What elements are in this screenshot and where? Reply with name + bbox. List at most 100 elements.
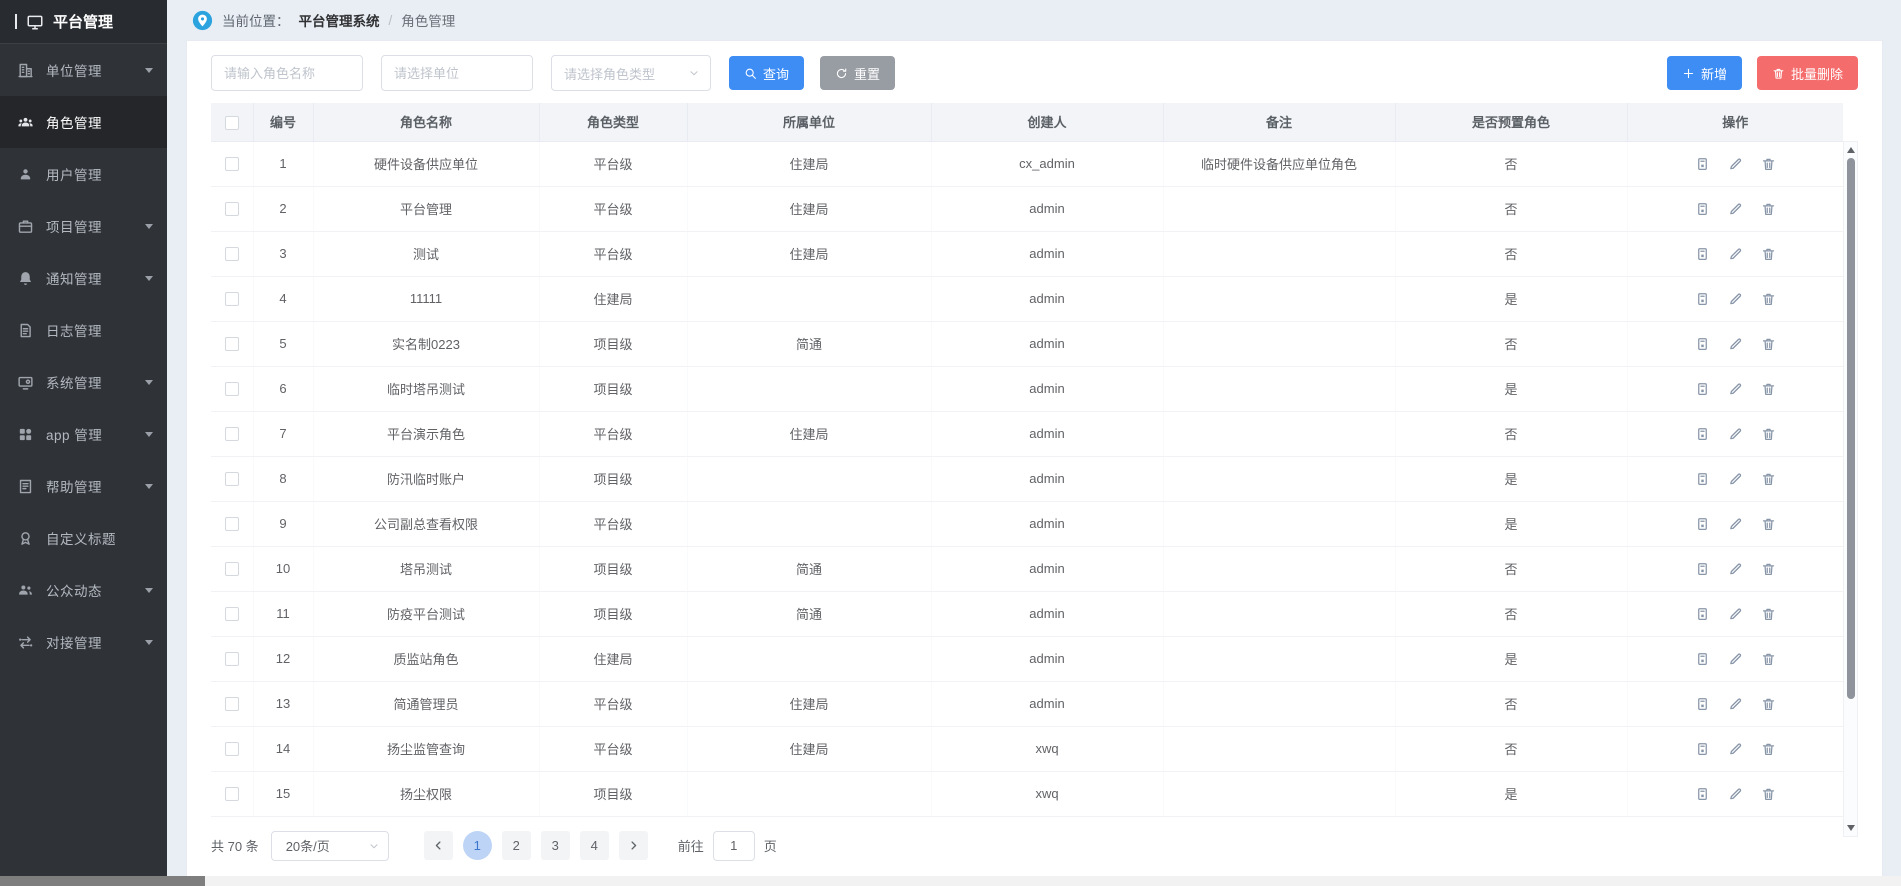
- row-checkbox[interactable]: [225, 652, 239, 666]
- edit-button[interactable]: [1728, 156, 1743, 172]
- row-checkbox[interactable]: [225, 517, 239, 531]
- delete-button[interactable]: [1761, 696, 1776, 712]
- roles-table: 编号 角色名称 角色类型 所属单位 创建人 备注 是否预置角色 操作 1硬件设备…: [211, 103, 1843, 817]
- view-button[interactable]: [1695, 606, 1710, 622]
- edit-button[interactable]: [1728, 201, 1743, 217]
- horizontal-scrollbar[interactable]: [0, 876, 1901, 886]
- scrollbar-thumb[interactable]: [1847, 158, 1855, 699]
- breadcrumb-root[interactable]: 平台管理系统: [299, 10, 380, 30]
- delete-button[interactable]: [1761, 741, 1776, 757]
- sidebar-item-user-management[interactable]: 用户管理: [0, 148, 167, 200]
- edit-button[interactable]: [1728, 291, 1743, 307]
- view-button[interactable]: [1695, 246, 1710, 262]
- row-checkbox[interactable]: [225, 472, 239, 486]
- page-3-button[interactable]: 3: [541, 831, 570, 860]
- view-button[interactable]: [1695, 561, 1710, 577]
- view-button[interactable]: [1695, 696, 1710, 712]
- sidebar-item-notice-management[interactable]: 通知管理: [0, 252, 167, 304]
- unit-select[interactable]: [381, 55, 533, 91]
- page-4-button[interactable]: 4: [580, 831, 609, 860]
- scroll-up-arrow-icon[interactable]: [1847, 147, 1855, 153]
- page-2-button[interactable]: 2: [502, 831, 531, 860]
- delete-button[interactable]: [1761, 606, 1776, 622]
- row-checkbox[interactable]: [225, 247, 239, 261]
- delete-button[interactable]: [1761, 426, 1776, 442]
- delete-button[interactable]: [1761, 381, 1776, 397]
- goto-page-input[interactable]: [713, 831, 755, 861]
- row-checkbox[interactable]: [225, 697, 239, 711]
- sidebar-item-log-management[interactable]: 日志管理: [0, 304, 167, 356]
- add-button[interactable]: 新增: [1667, 56, 1742, 90]
- role-name-input[interactable]: [211, 55, 363, 91]
- delete-button[interactable]: [1761, 246, 1776, 262]
- cell-id: 11: [253, 591, 313, 636]
- horizontal-scrollbar-thumb[interactable]: [0, 876, 205, 886]
- view-button[interactable]: [1695, 381, 1710, 397]
- select-all-checkbox[interactable]: [225, 116, 239, 130]
- view-button[interactable]: [1695, 336, 1710, 352]
- edit-button[interactable]: [1728, 741, 1743, 757]
- view-button[interactable]: [1695, 516, 1710, 532]
- delete-button[interactable]: [1761, 156, 1776, 172]
- row-actions: [1627, 591, 1843, 636]
- sidebar-item-app-management[interactable]: app 管理: [0, 408, 167, 460]
- delete-button[interactable]: [1761, 201, 1776, 217]
- delete-button[interactable]: [1761, 651, 1776, 667]
- view-button[interactable]: [1695, 471, 1710, 487]
- delete-button[interactable]: [1761, 786, 1776, 802]
- row-checkbox[interactable]: [225, 787, 239, 801]
- row-checkbox[interactable]: [225, 202, 239, 216]
- reset-button[interactable]: 重置: [820, 56, 895, 90]
- sidebar-item-public-dynamics[interactable]: 公众动态: [0, 564, 167, 616]
- edit-button[interactable]: [1728, 336, 1743, 352]
- row-checkbox[interactable]: [225, 742, 239, 756]
- view-button[interactable]: [1695, 786, 1710, 802]
- batch-delete-button[interactable]: 批量删除: [1757, 56, 1858, 90]
- table-scrollbar[interactable]: [1843, 141, 1858, 837]
- cell-creator: cx_admin: [931, 141, 1163, 186]
- delete-button[interactable]: [1761, 561, 1776, 577]
- chevron-down-icon: [145, 380, 153, 385]
- edit-button[interactable]: [1728, 381, 1743, 397]
- delete-button[interactable]: [1761, 336, 1776, 352]
- view-button[interactable]: [1695, 156, 1710, 172]
- sidebar-item-help-management[interactable]: 帮助管理: [0, 460, 167, 512]
- row-checkbox[interactable]: [225, 607, 239, 621]
- sidebar-item-system-management[interactable]: 系统管理: [0, 356, 167, 408]
- view-button[interactable]: [1695, 741, 1710, 757]
- edit-button[interactable]: [1728, 606, 1743, 622]
- sidebar-item-role-management[interactable]: 角色管理: [0, 96, 167, 148]
- delete-button[interactable]: [1761, 471, 1776, 487]
- sidebar-item-connection-management[interactable]: 对接管理: [0, 616, 167, 668]
- edit-button[interactable]: [1728, 786, 1743, 802]
- edit-button[interactable]: [1728, 426, 1743, 442]
- edit-button[interactable]: [1728, 561, 1743, 577]
- view-button[interactable]: [1695, 426, 1710, 442]
- delete-button[interactable]: [1761, 291, 1776, 307]
- scroll-down-arrow-icon[interactable]: [1847, 825, 1855, 831]
- edit-button[interactable]: [1728, 696, 1743, 712]
- sidebar-item-unit-management[interactable]: 单位管理: [0, 44, 167, 96]
- edit-button[interactable]: [1728, 516, 1743, 532]
- page-1-button[interactable]: 1: [463, 831, 492, 860]
- edit-button[interactable]: [1728, 651, 1743, 667]
- view-button[interactable]: [1695, 651, 1710, 667]
- row-checkbox[interactable]: [225, 337, 239, 351]
- view-button[interactable]: [1695, 201, 1710, 217]
- sidebar-item-project-management[interactable]: 项目管理: [0, 200, 167, 252]
- delete-button[interactable]: [1761, 516, 1776, 532]
- row-checkbox[interactable]: [225, 382, 239, 396]
- edit-button[interactable]: [1728, 471, 1743, 487]
- view-button[interactable]: [1695, 291, 1710, 307]
- sidebar-item-custom-title[interactable]: 自定义标题: [0, 512, 167, 564]
- row-checkbox[interactable]: [225, 427, 239, 441]
- row-checkbox[interactable]: [225, 562, 239, 576]
- next-page-button[interactable]: [619, 831, 648, 860]
- edit-button[interactable]: [1728, 246, 1743, 262]
- prev-page-button[interactable]: [424, 831, 453, 860]
- role-type-select[interactable]: 请选择角色类型: [551, 55, 711, 91]
- search-button[interactable]: 查询: [729, 56, 804, 90]
- page-size-select[interactable]: 20条/页: [271, 831, 389, 861]
- row-checkbox[interactable]: [225, 292, 239, 306]
- row-checkbox[interactable]: [225, 157, 239, 171]
